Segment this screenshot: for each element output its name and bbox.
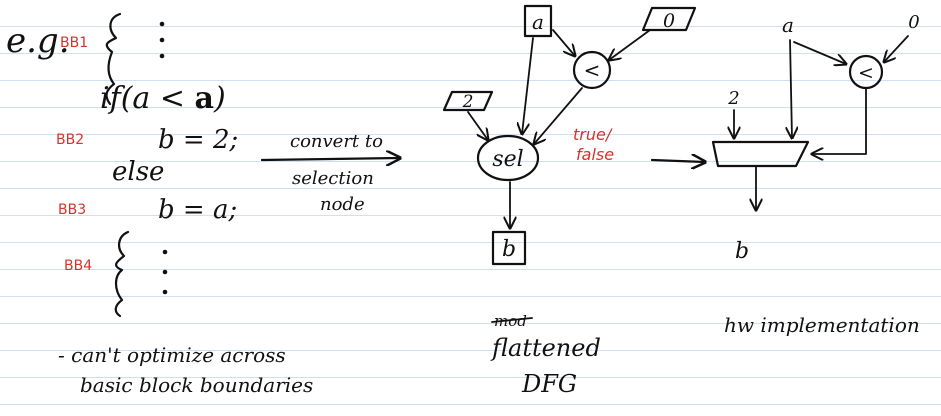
edge-a-to-lt — [552, 29, 575, 56]
convert-line-1: convert to — [290, 131, 383, 152]
notebook-page: e.g. BB1 if(a < a) BB2 b = 2; else BB3 b… — [0, 0, 941, 416]
ellipsis-dot — [159, 53, 165, 59]
else-keyword: else — [112, 157, 164, 187]
true-label: true/ — [573, 125, 613, 144]
edge-a-to-sel — [522, 37, 534, 134]
dfg-to-hw-arrow — [650, 160, 705, 162]
flattened-dfg: a 0 < 2 sel b true/ false mod flattened … — [442, 4, 697, 398]
hw-implementation: a 0 < 2 b hw implementation — [711, 12, 920, 337]
hw-comparator-label: < — [858, 62, 874, 84]
dfg-node-b-label: b — [502, 237, 516, 262]
stmt-b-eq-a: b = a; — [158, 195, 237, 225]
convert-arrow — [260, 158, 400, 160]
dfg-caption-line-1: flattened — [490, 334, 601, 362]
convert-line-2: selection — [292, 168, 374, 189]
code-block: e.g. BB1 if(a < a) BB2 b = 2; else BB3 b… — [6, 12, 313, 397]
convert-line-3: node — [320, 194, 365, 215]
dfg-node-sel-label: sel — [492, 147, 523, 172]
stmt-b-eq-2: b = 2; — [158, 125, 238, 155]
edge-zero-to-lt — [609, 29, 651, 60]
hw-caption: hw implementation — [724, 313, 920, 337]
edge-two-to-sel — [467, 111, 488, 140]
hw-input-zero: 0 — [908, 12, 919, 33]
bb4-label: BB4 — [64, 258, 92, 274]
wire-a-to-comparator — [793, 41, 846, 64]
dfg-node-a-label: a — [532, 10, 544, 34]
dfg-node-two-label: 2 — [462, 92, 474, 112]
bb3-label: BB3 — [58, 202, 86, 218]
note-line-1: - can't optimize across — [58, 343, 286, 367]
bb2-label: BB2 — [56, 132, 84, 148]
if-statement: if(a < a) — [100, 81, 226, 116]
false-label: false — [576, 145, 614, 164]
hw-output-b: b — [735, 239, 749, 264]
wire-a-to-mux — [790, 39, 792, 138]
dfg-caption-line-2: DFG — [521, 370, 577, 398]
ellipsis-dot — [159, 37, 165, 43]
wire-comparator-to-mux — [812, 87, 867, 154]
dfg-node-zero-label: 0 — [663, 10, 675, 32]
wire-zero-to-comparator — [884, 35, 909, 62]
convert-annotation: convert to selection node — [260, 131, 400, 215]
bb1-label: BB1 — [60, 35, 88, 51]
note-line-2: basic block boundaries — [80, 373, 313, 397]
bb4-brace — [114, 230, 130, 318]
hw-input-two: 2 — [727, 88, 739, 109]
sketch-canvas: e.g. BB1 if(a < a) BB2 b = 2; else BB3 b… — [6, 4, 920, 398]
ellipsis-dot — [162, 289, 168, 295]
ellipsis-dot — [162, 269, 168, 275]
ellipsis-dot — [162, 249, 168, 255]
hw-input-a: a — [782, 13, 794, 37]
hw-mux — [711, 140, 810, 168]
ellipsis-dot — [159, 21, 165, 27]
dfg-node-lt-label: < — [584, 58, 601, 82]
